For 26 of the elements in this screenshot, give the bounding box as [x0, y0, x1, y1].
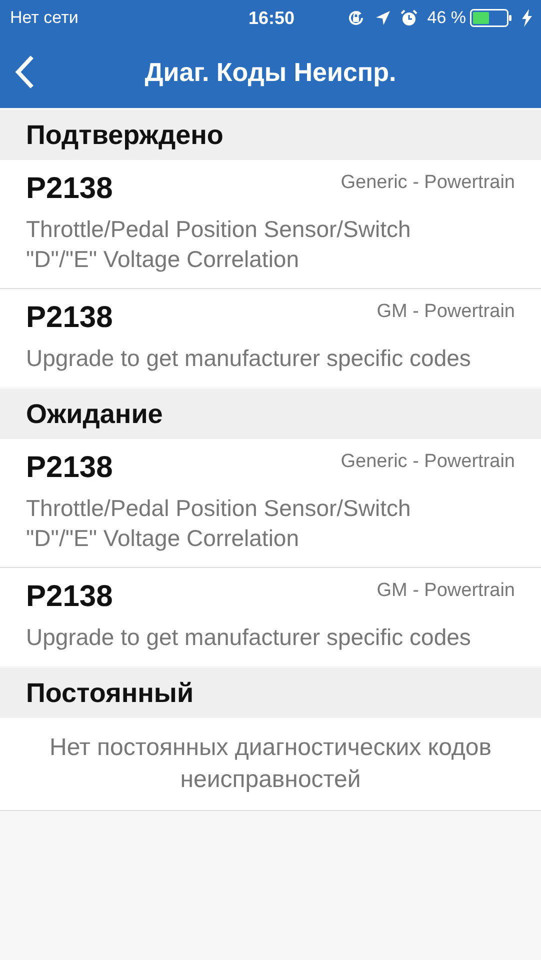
empty-message: Нет постоянных диагностических кодов неисправностей [48, 733, 492, 795]
code-source: Generic - Powertrain [340, 171, 515, 195]
clock: 16:50 [248, 8, 295, 28]
section-header: Постоянный [0, 668, 541, 718]
code-description: Upgrade to get manufacturer specific codes [26, 344, 471, 373]
trouble-code: P2138 [26, 579, 113, 615]
battery-percent: 46 % [427, 8, 466, 28]
battery-icon [470, 9, 512, 27]
location-arrow-icon [375, 10, 392, 26]
code-description: Upgrade to get manufacturer specific codes [26, 623, 471, 652]
code-source: GM - Powertrain [376, 300, 515, 324]
section-header: Ожидание [0, 389, 541, 439]
code-description: Throttle/Pedal Position Sensor/Switch "D"/"E" Voltage Correlation [26, 494, 412, 553]
back-chevron-icon [14, 54, 36, 90]
alarm-clock-icon [400, 9, 418, 27]
code-source: Generic - Powertrain [340, 450, 515, 474]
trouble-code: P2138 [26, 171, 113, 207]
section-header: Подтверждено [0, 110, 541, 160]
code-description: Throttle/Pedal Position Sensor/Switch "D"/"E" Voltage Correlation [26, 215, 412, 274]
trouble-code: P2138 [26, 450, 113, 486]
trouble-code: P2138 [26, 300, 113, 336]
charging-bolt-icon [521, 9, 533, 27]
screen-title: Диаг. Коды Неиспр. [144, 56, 398, 88]
back-button[interactable] [14, 54, 36, 90]
code-source: GM - Powertrain [376, 579, 515, 603]
carrier-label: Нет сети [10, 8, 78, 28]
